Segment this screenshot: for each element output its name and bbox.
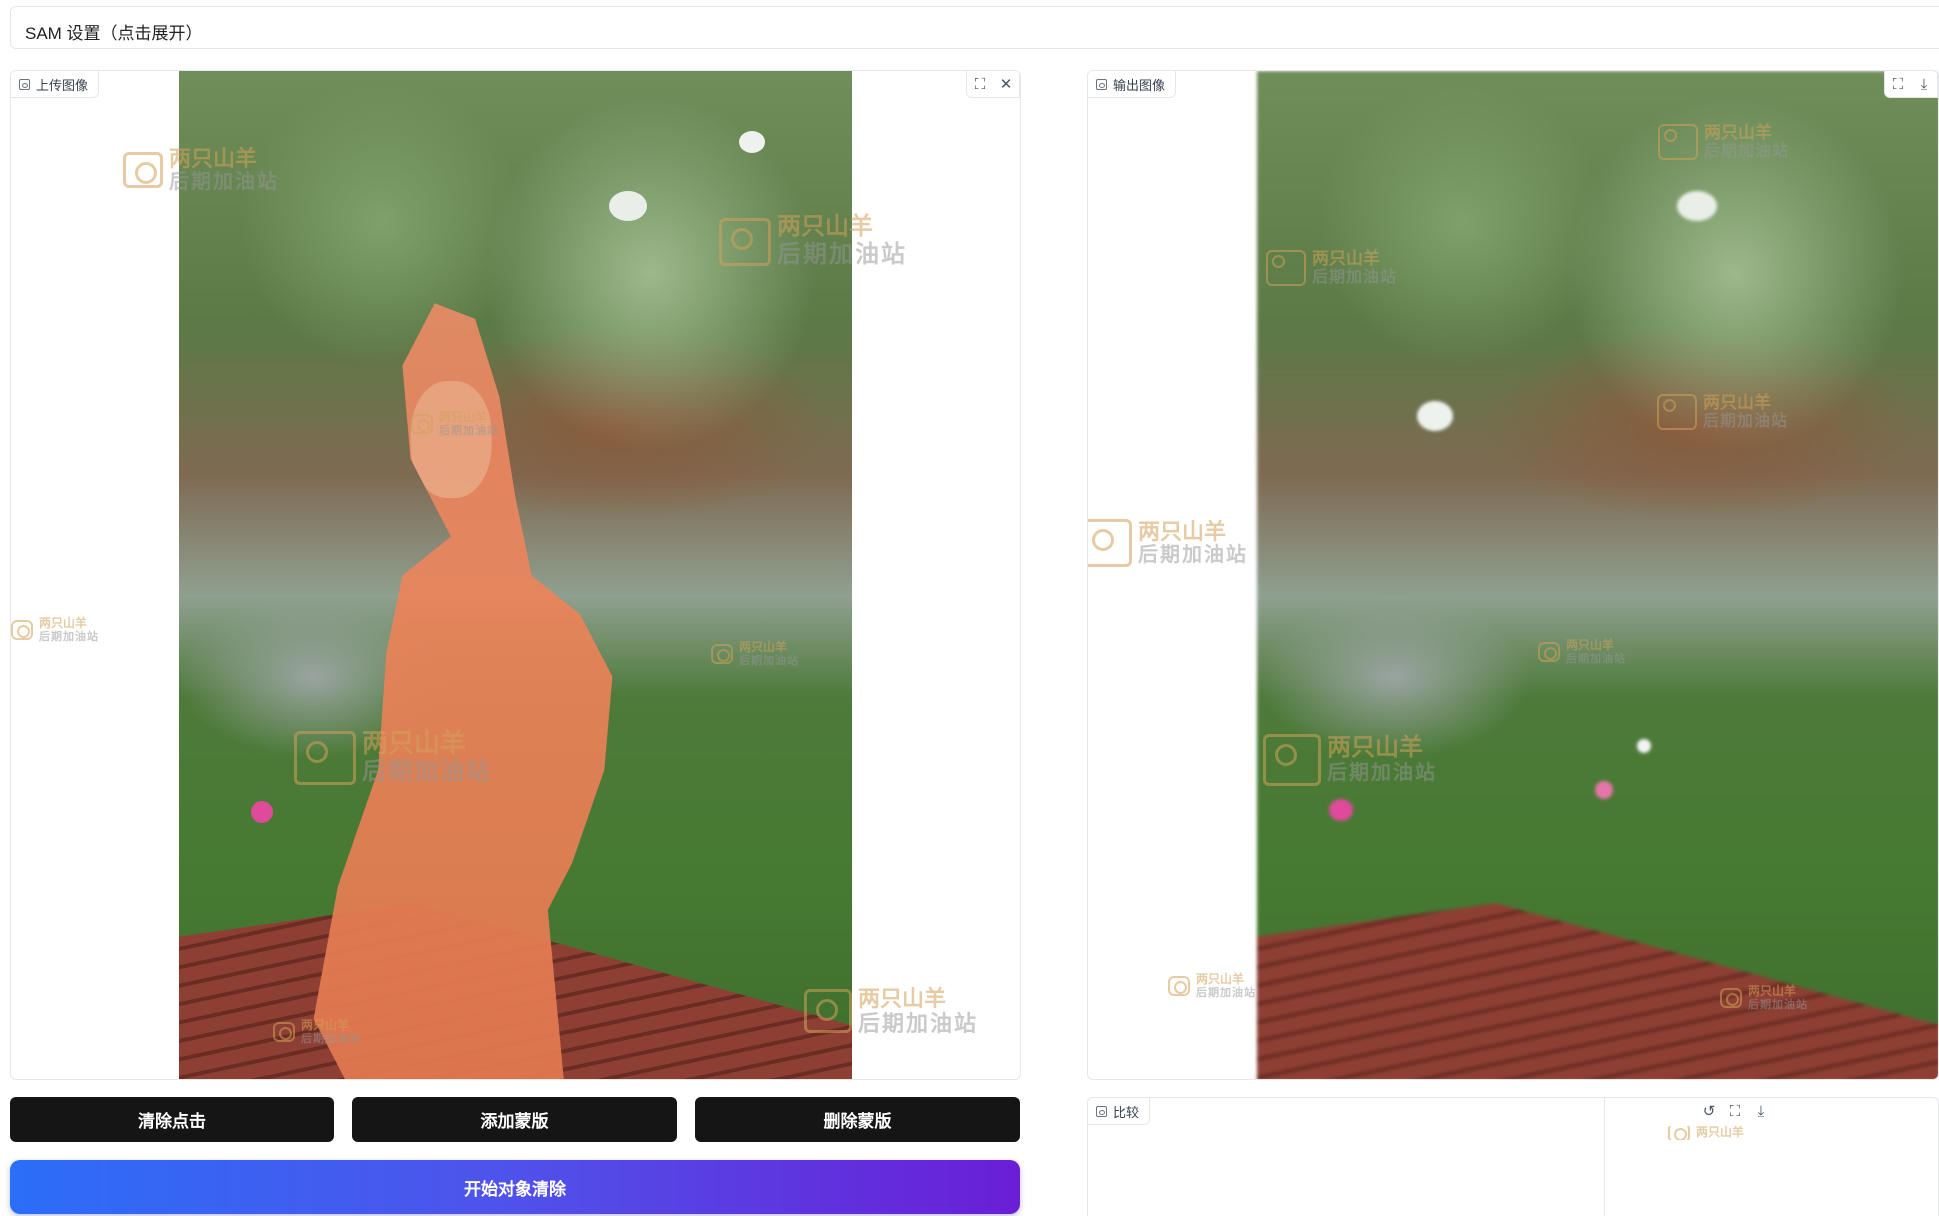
sam-settings-accordion[interactable]: SAM 设置（点击展开）: [10, 6, 1939, 49]
camera-icon: [11, 620, 33, 641]
face: [410, 381, 492, 498]
upload-image-canvas[interactable]: [179, 71, 852, 1079]
camera-icon: [123, 152, 163, 189]
upload-toolbar: ⛶ ✕: [966, 71, 1020, 98]
watermark: 两只山羊 后期加油站: [11, 616, 99, 643]
add-mask-button[interactable]: 添加蒙版: [352, 1097, 677, 1142]
compare-divider[interactable]: [1604, 1098, 1605, 1216]
upload-image-label-text: 上传图像: [36, 77, 89, 93]
clear-clicks-button[interactable]: 清除点击: [10, 1097, 334, 1142]
image-icon: [19, 78, 30, 90]
fullscreen-icon[interactable]: ⛶: [1722, 1098, 1748, 1124]
white-flower: [1637, 739, 1651, 753]
compare-label-text: 比较: [1113, 1104, 1140, 1120]
camera-icon: [1168, 976, 1190, 997]
delete-mask-button[interactable]: 删除蒙版: [695, 1097, 1020, 1142]
compare-label: 比较: [1088, 1098, 1151, 1125]
upload-image-label: 上传图像: [11, 71, 100, 98]
output-image-canvas: [1257, 71, 1938, 1079]
image-icon: [1096, 1105, 1107, 1117]
output-image-panel: 输出图像 ⛶ ⤓ 两只山羊 后期加油站 两只山羊 后期加油站 两只山羊 后期加油…: [1087, 70, 1939, 1080]
pink-flower: [251, 801, 273, 823]
watermark: 两只山羊 后期加油站: [1168, 972, 1256, 999]
white-flower: [739, 131, 765, 153]
sam-settings-label: SAM 设置（点击展开）: [25, 24, 203, 43]
start-object-removal-button[interactable]: 开始对象清除: [10, 1160, 1020, 1214]
output-image-label-text: 输出图像: [1113, 77, 1166, 93]
image-icon: [1096, 78, 1107, 90]
pink-flower: [1329, 799, 1353, 821]
bench: [1257, 903, 1938, 1079]
close-icon[interactable]: ✕: [993, 71, 1019, 97]
camera-icon: [1668, 1126, 1690, 1140]
compare-toolbar: ↺ ⛶ ⤓: [1696, 1098, 1774, 1124]
output-image-label: 输出图像: [1088, 71, 1177, 98]
reset-icon[interactable]: ↺: [1696, 1098, 1722, 1124]
compare-panel: 比较 ↺ ⛶ ⤓ 两只山羊: [1087, 1097, 1939, 1216]
download-icon[interactable]: ⤓: [1748, 1098, 1774, 1124]
white-flower: [609, 191, 647, 221]
watermark: 两只山羊: [1668, 1126, 1744, 1140]
upload-image-panel: 上传图像 ⛶ ✕ 两只山羊 后期加油站 两只山羊 后期加油站 两只山羊 后期加油…: [10, 70, 1021, 1080]
download-icon[interactable]: ⤓: [1911, 71, 1937, 97]
white-flower: [1417, 401, 1453, 431]
white-flower: [1677, 191, 1717, 221]
fullscreen-icon[interactable]: ⛶: [1885, 71, 1911, 97]
pink-flower: [1595, 781, 1613, 799]
camera-icon: [1088, 519, 1132, 568]
fullscreen-icon[interactable]: ⛶: [967, 71, 993, 97]
output-toolbar: ⛶ ⤓: [1884, 71, 1938, 98]
watermark: 两只山羊 后期加油站: [1088, 519, 1248, 568]
